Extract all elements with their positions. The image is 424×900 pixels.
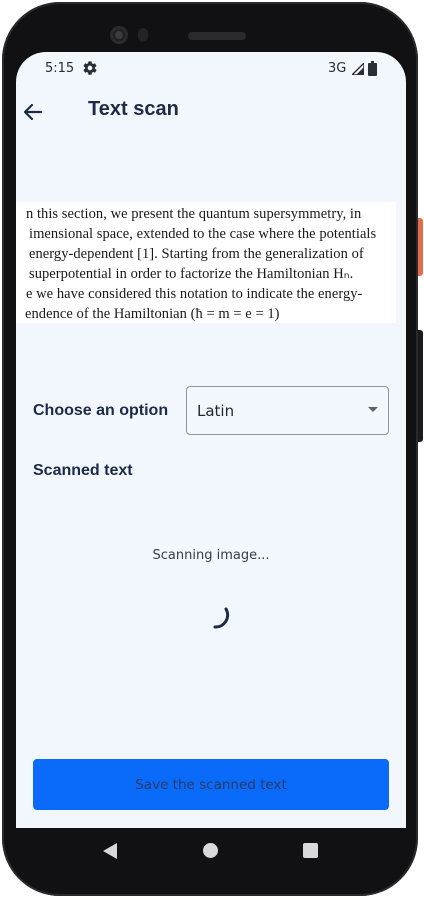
earpiece-speaker bbox=[188, 32, 246, 40]
gear-icon bbox=[83, 61, 97, 75]
front-camera bbox=[110, 26, 128, 44]
scanned-image-line: imensional space, extended to the case w… bbox=[29, 226, 377, 242]
app-bar: Text scan bbox=[16, 84, 406, 140]
network-type: 3G bbox=[328, 61, 347, 76]
battery-icon bbox=[368, 61, 377, 76]
scanned-image-line: superpotential in order to factorize the… bbox=[29, 266, 354, 282]
status-bar: 5:15 3G bbox=[16, 52, 406, 84]
scanned-text-heading: Scanned text bbox=[33, 462, 133, 479]
page-title: Text scan bbox=[88, 98, 179, 120]
scanned-image-line: energy-dependent [1]. Starting from the … bbox=[29, 246, 364, 262]
recents-square-icon[interactable] bbox=[303, 843, 318, 858]
scanned-image-line: n this section, we present the quantum s… bbox=[26, 206, 362, 222]
option-label: Choose an option bbox=[33, 402, 169, 419]
signal-icon bbox=[352, 63, 364, 75]
navigation-bar bbox=[16, 828, 406, 874]
home-circle-icon[interactable] bbox=[203, 843, 218, 858]
scanned-image-line: endence of the Hamiltonian (ħ = m = e = … bbox=[25, 306, 280, 322]
power-button bbox=[418, 218, 423, 276]
language-select[interactable]: Latin bbox=[186, 386, 389, 435]
language-select-value: Latin bbox=[197, 402, 235, 420]
volume-button bbox=[418, 330, 423, 442]
app-screen: 5:15 3G Text scan n this section, we pre… bbox=[16, 52, 406, 828]
proximity-sensor bbox=[138, 28, 148, 42]
scanned-image-preview: n this section, we present the quantum s… bbox=[16, 202, 396, 323]
status-time: 5:15 bbox=[45, 61, 75, 76]
loading-spinner-icon bbox=[213, 607, 230, 629]
back-triangle-icon[interactable] bbox=[103, 843, 117, 859]
caret-down-icon bbox=[368, 407, 378, 412]
scanning-status: Scanning image... bbox=[152, 548, 270, 563]
arrow-left-icon[interactable] bbox=[21, 100, 45, 124]
save-scanned-text-button[interactable]: Save the scanned text bbox=[33, 759, 389, 810]
scanned-image-line: e we have considered this notation to in… bbox=[26, 286, 363, 302]
